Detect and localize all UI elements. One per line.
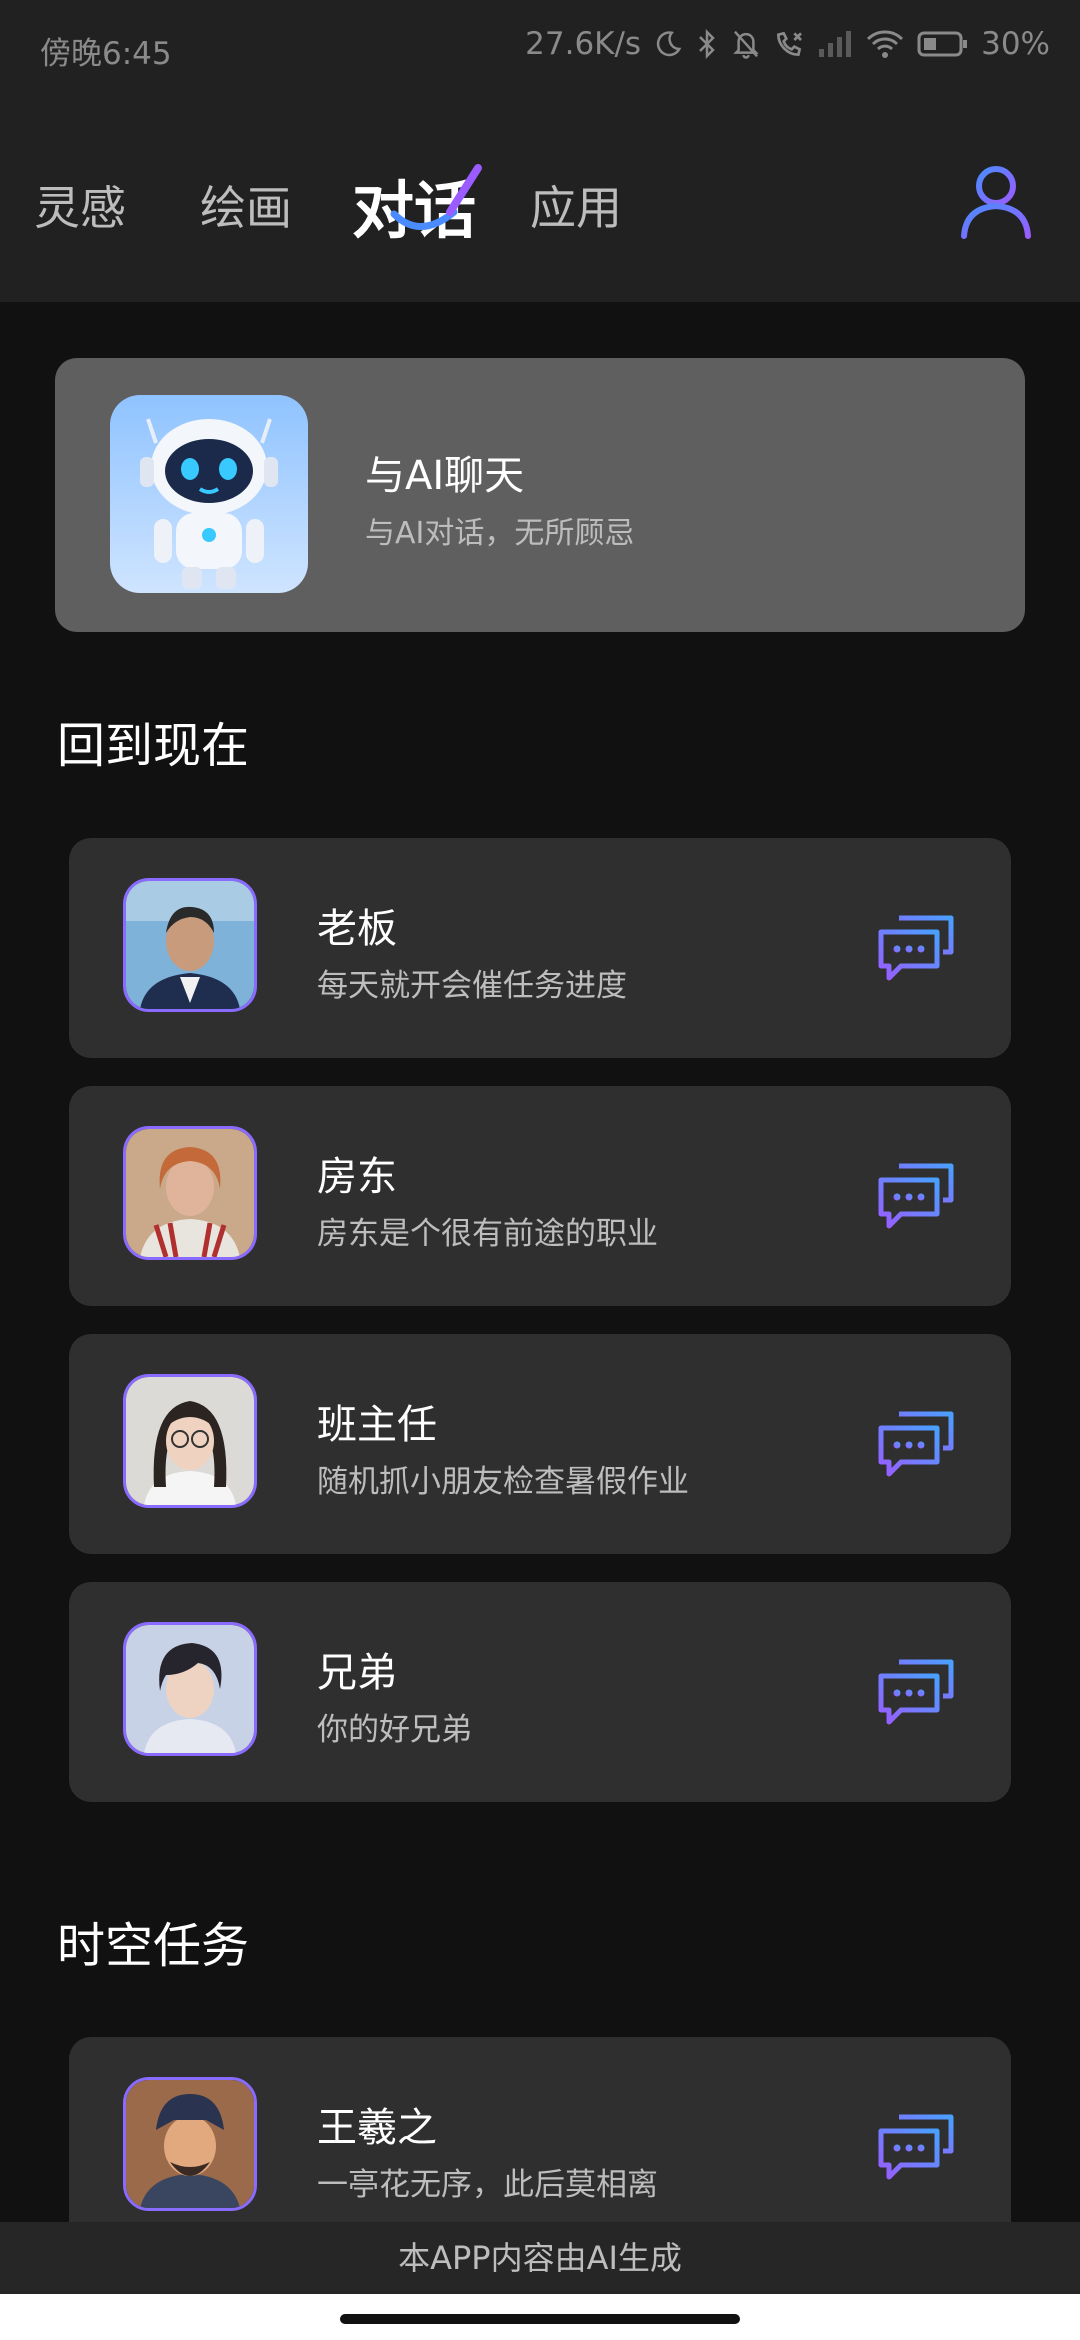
avatar <box>123 1126 257 1260</box>
character-name: 班主任 <box>317 1402 437 1448</box>
avatar <box>123 1374 257 1508</box>
status-bar: 傍晚6:45 27.6K/s 30% <box>0 0 1080 100</box>
battery-percent: 30% <box>981 26 1050 62</box>
network-speed: 27.6K/s <box>525 26 642 62</box>
home-indicator[interactable] <box>340 2314 740 2324</box>
chat-bubbles-icon[interactable] <box>877 910 957 982</box>
ai-chat-subtitle: 与AI对话，无所顾忌 <box>365 516 635 551</box>
wifi-icon <box>867 30 904 58</box>
character-name: 兄弟 <box>317 1650 397 1696</box>
tab-drawing[interactable]: 绘画 <box>200 172 292 238</box>
character-desc: 房东是个很有前途的职业 <box>317 1216 658 1252</box>
ai-chat-title: 与AI聊天 <box>365 453 525 499</box>
chat-bubbles-icon[interactable] <box>877 1158 957 1230</box>
character-name: 王羲之 <box>317 2105 437 2151</box>
character-desc: 随机抓小朋友检查暑假作业 <box>317 1464 689 1500</box>
robot-icon <box>110 395 308 593</box>
section-title-time-travel: 时空任务 <box>57 1918 250 1974</box>
signal-icon <box>819 31 852 57</box>
avatar <box>123 1622 257 1756</box>
bluetooth-icon <box>699 28 715 60</box>
bell-off-icon <box>733 30 759 59</box>
status-icons: 27.6K/s 30% <box>525 26 1050 62</box>
user-icon[interactable] <box>956 160 1036 240</box>
avatar <box>123 878 257 1012</box>
avatar <box>123 2077 257 2211</box>
call-blocked-icon <box>777 31 803 57</box>
character-desc: 每天就开会催任务进度 <box>317 968 627 1004</box>
character-name: 房东 <box>317 1154 397 1200</box>
character-card-landlord[interactable]: 房东 房东是个很有前途的职业 <box>69 1086 1011 1306</box>
character-name: 老板 <box>317 906 397 952</box>
section-title-present: 回到现在 <box>57 718 250 774</box>
character-card-teacher[interactable]: 班主任 随机抓小朋友检查暑假作业 <box>69 1334 1011 1554</box>
battery-icon <box>917 31 968 57</box>
character-card-boss[interactable]: 老板 每天就开会催任务进度 <box>69 838 1011 1058</box>
moon-icon <box>656 31 682 57</box>
chat-bubbles-icon[interactable] <box>877 1654 957 1726</box>
active-tab-indicator <box>390 164 482 230</box>
chat-bubbles-icon[interactable] <box>877 1406 957 1478</box>
character-card-brother[interactable]: 兄弟 你的好兄弟 <box>69 1582 1011 1802</box>
gesture-bar <box>0 2294 1080 2340</box>
character-desc: 一亭花无序，此后莫相离 <box>317 2167 658 2203</box>
tab-inspiration[interactable]: 灵感 <box>34 172 126 238</box>
top-nav: 灵感 绘画 对话 应用 <box>0 100 1080 302</box>
character-desc: 你的好兄弟 <box>317 1712 472 1748</box>
ai-chat-card[interactable]: 与AI聊天 与AI对话，无所顾忌 <box>55 358 1025 632</box>
ai-disclaimer-footer: 本APP内容由AI生成 <box>0 2222 1080 2294</box>
tab-apps[interactable]: 应用 <box>530 172 622 238</box>
chat-bubbles-icon[interactable] <box>877 2109 957 2181</box>
status-time: 傍晚6:45 <box>40 36 172 72</box>
